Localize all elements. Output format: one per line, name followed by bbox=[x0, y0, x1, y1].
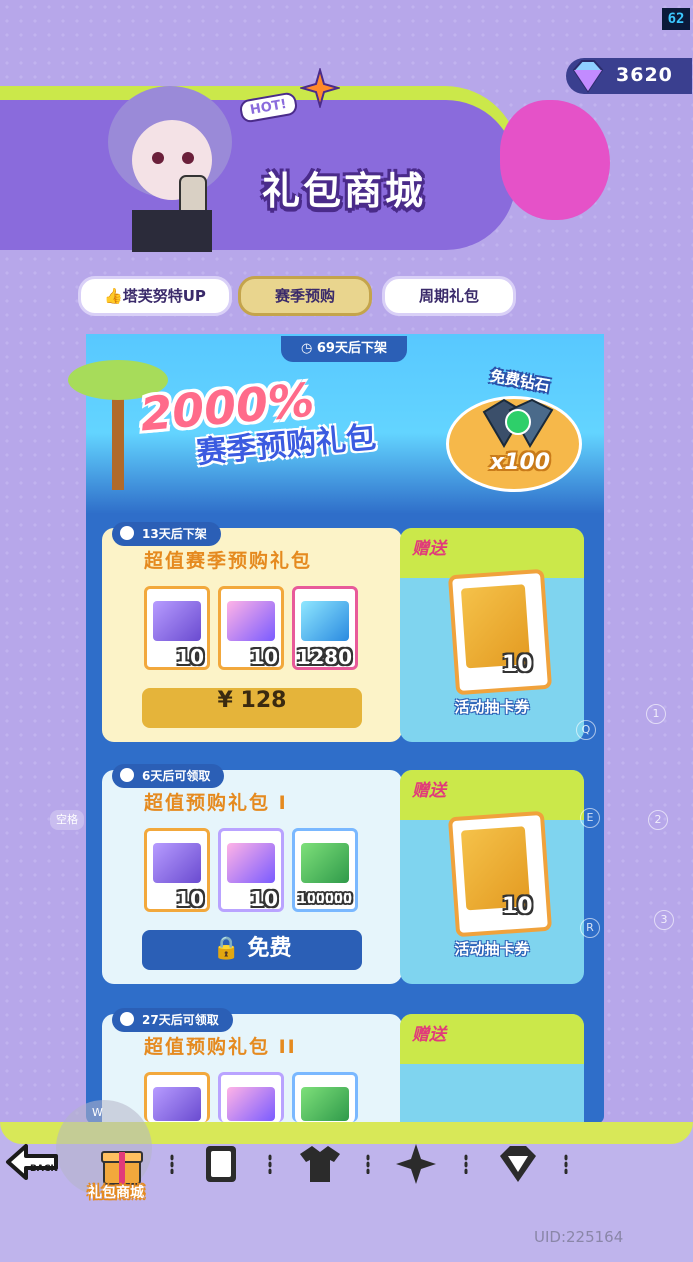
item-slot[interactable] bbox=[144, 1072, 210, 1122]
package-timer: 6天后可领取 bbox=[112, 764, 225, 788]
purple-ticket-icon bbox=[153, 601, 201, 641]
item-qty: 10 bbox=[250, 887, 278, 911]
key-hint-r: R bbox=[580, 918, 600, 938]
holo-ticket-icon bbox=[227, 843, 275, 883]
item-qty: 10 bbox=[176, 887, 204, 911]
clock-icon bbox=[120, 768, 134, 782]
gacha-ticket-icon bbox=[447, 810, 553, 938]
package-card-1: 13天后下架 超值赛季预购礼包 10 10 1280 ¥ 128 bbox=[102, 522, 402, 742]
key-hint-1: 1 bbox=[646, 704, 666, 724]
package-card-2: 6天后可领取 超值预购礼包 I 10 10 100000 🔒 免费 bbox=[102, 764, 402, 984]
item-slot[interactable]: 10 bbox=[218, 586, 284, 670]
clock-icon bbox=[120, 1012, 134, 1026]
gift-qty: 10 bbox=[502, 894, 533, 919]
clock-icon: ◷ bbox=[301, 341, 317, 356]
fps-counter: 62 bbox=[662, 8, 690, 30]
key-hint-e: E bbox=[580, 808, 600, 828]
tab-periodic-packs[interactable]: 周期礼包 bbox=[382, 276, 516, 316]
nav-active-label: 礼包商城 bbox=[88, 1185, 144, 1201]
gem-balance[interactable]: 3620 bbox=[566, 58, 692, 94]
gift-box-icon[interactable] bbox=[98, 1142, 146, 1186]
item-qty: 10 bbox=[176, 645, 204, 669]
item-slot[interactable]: 10 bbox=[144, 828, 210, 912]
claim-button[interactable]: 🔒 免费 bbox=[142, 930, 362, 970]
outfit-icon[interactable] bbox=[296, 1142, 344, 1186]
package-title: 超值预购礼包 II bbox=[144, 1036, 297, 1058]
star-icon bbox=[300, 68, 340, 108]
character-portrait bbox=[108, 86, 232, 252]
thumbs-up-icon: 👍 bbox=[104, 287, 123, 305]
free-gem-qty: x100 bbox=[490, 450, 551, 475]
clock-icon bbox=[120, 526, 134, 540]
package-timer-text: 13天后下架 bbox=[142, 527, 207, 541]
gift-name: 活动抽卡券 bbox=[454, 698, 530, 716]
package-timer: 13天后下架 bbox=[112, 522, 221, 546]
gift-label: 赠送 bbox=[412, 1025, 446, 1045]
gift-panel-2: 赠送 10 活动抽卡券 bbox=[400, 770, 584, 984]
tab-season-preorder[interactable]: 赛季预购 bbox=[238, 276, 372, 316]
user-id: UID:225164 bbox=[534, 1228, 624, 1246]
item-slot[interactable]: 10 bbox=[218, 828, 284, 912]
buy-button[interactable]: ¥ 128 bbox=[142, 688, 362, 728]
holo-ticket-icon bbox=[227, 601, 275, 641]
panel-timer-text: 69天后下架 bbox=[316, 341, 387, 356]
package-timer-text: 27天后可领取 bbox=[142, 1013, 219, 1027]
item-qty: 100000 bbox=[297, 892, 352, 907]
back-label: BACK bbox=[30, 1164, 58, 1174]
gacha-ticket-icon bbox=[447, 568, 553, 696]
claim-button-label: 免费 bbox=[247, 936, 292, 961]
item-slot[interactable]: 10 bbox=[144, 586, 210, 670]
key-hint-w: W bbox=[92, 1106, 103, 1119]
gem-count: 3620 bbox=[616, 64, 673, 86]
key-hint-2: 2 bbox=[648, 810, 668, 830]
key-hint-q: Q bbox=[576, 720, 596, 740]
item-slot[interactable] bbox=[292, 1072, 358, 1122]
back-button[interactable] bbox=[2, 1140, 62, 1186]
item-qty: 1280 bbox=[296, 645, 352, 669]
gift-panel-3: 赠送 bbox=[400, 1014, 584, 1124]
sparkle-icon[interactable] bbox=[394, 1142, 442, 1186]
package-title: 超值预购礼包 I bbox=[144, 792, 288, 814]
gift-label: 赠送 bbox=[412, 539, 446, 559]
package-title: 超值赛季预购礼包 bbox=[144, 550, 313, 572]
key-hint-space: 空格 bbox=[50, 810, 84, 830]
diamond-shop-icon[interactable] bbox=[494, 1142, 542, 1186]
gift-name: 活动抽卡券 bbox=[454, 940, 530, 958]
package-timer: 27天后可领取 bbox=[112, 1008, 233, 1032]
tab-label: 塔芙努特UP bbox=[122, 287, 206, 305]
diamond-icon bbox=[572, 60, 604, 93]
package-timer-text: 6天后可领取 bbox=[142, 769, 211, 783]
item-qty: 10 bbox=[250, 645, 278, 669]
card-album-icon[interactable] bbox=[198, 1142, 246, 1186]
package-card-3: 27天后可领取 超值预购礼包 II bbox=[102, 1008, 402, 1124]
tab-tafnut-up[interactable]: 👍塔芙努特UP bbox=[78, 276, 232, 316]
holo-ticket-icon bbox=[227, 1087, 275, 1121]
gift-label: 赠送 bbox=[412, 781, 446, 801]
diamond-pile-icon bbox=[482, 398, 554, 448]
gift-panel-1: 赠送 10 活动抽卡券 bbox=[400, 528, 584, 742]
item-slot[interactable] bbox=[218, 1072, 284, 1122]
lock-icon: 🔒 bbox=[212, 936, 248, 961]
cash-icon bbox=[301, 843, 349, 883]
gift-qty: 10 bbox=[502, 652, 533, 677]
diamond-icon bbox=[301, 601, 349, 641]
purple-ticket-icon bbox=[153, 843, 201, 883]
cash-icon bbox=[301, 1087, 349, 1121]
key-hint-3: 3 bbox=[654, 910, 674, 930]
item-slot[interactable]: 100000 bbox=[292, 828, 358, 912]
purple-ticket-icon bbox=[153, 1087, 201, 1121]
panel-timer: ◷ 69天后下架 bbox=[281, 336, 407, 362]
page-title: 礼包商城 bbox=[262, 169, 427, 213]
paint-splat bbox=[500, 100, 610, 220]
item-slot[interactable]: 1280 bbox=[292, 586, 358, 670]
